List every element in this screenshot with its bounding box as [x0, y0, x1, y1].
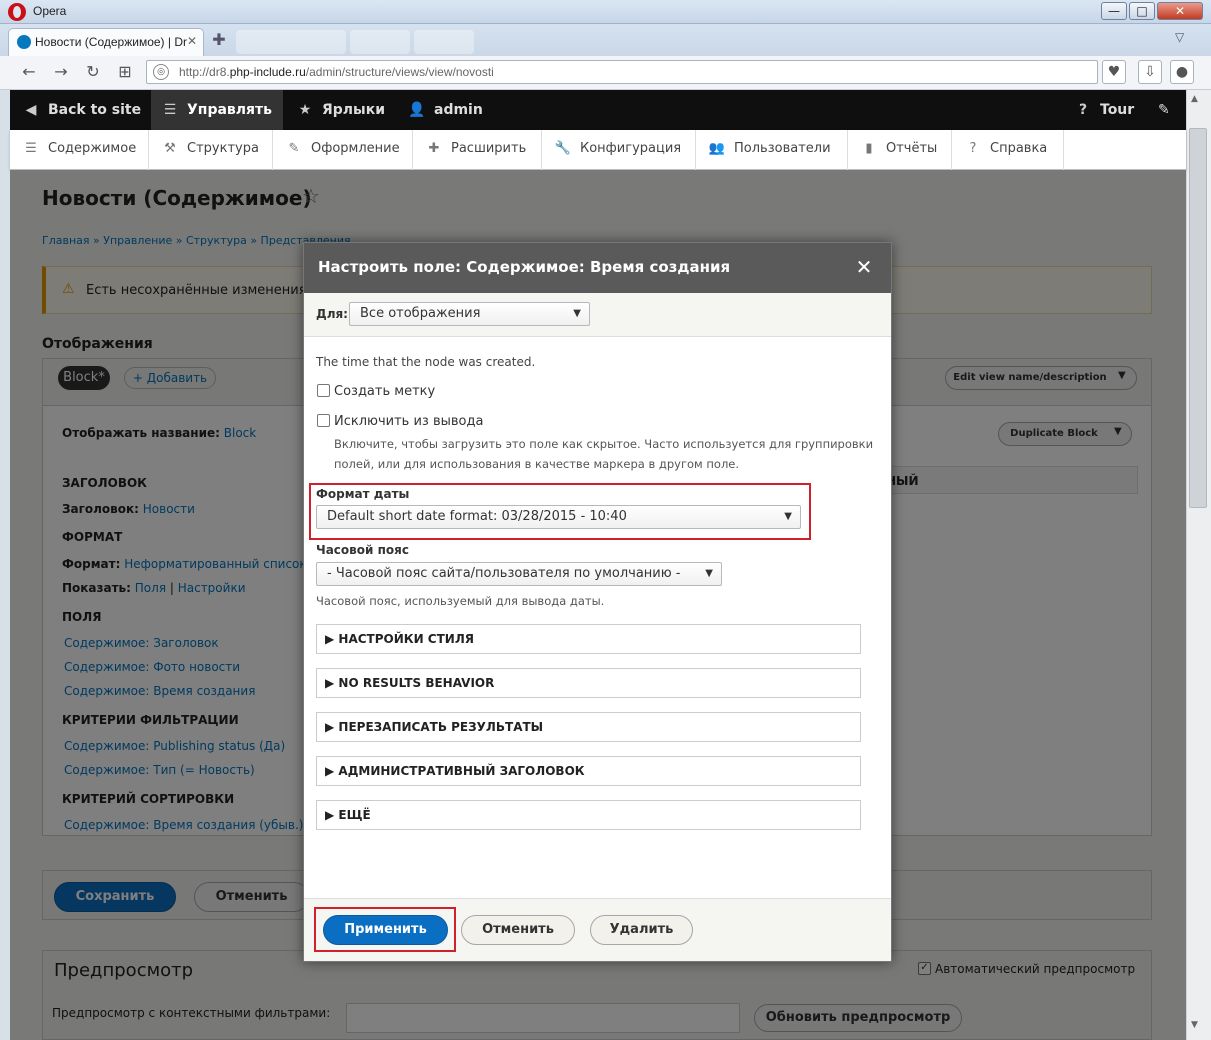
- close-icon[interactable]: ✕: [854, 255, 874, 279]
- reload-icon[interactable]: ↻: [82, 62, 104, 82]
- date-format-label: Формат даты: [316, 487, 410, 501]
- exclude-description-2: полей, или для использования в качестве …: [334, 457, 740, 471]
- chevron-down-icon: ▼: [784, 511, 792, 522]
- create-label-text: Создать метку: [334, 384, 436, 399]
- configure-field-dialog: Настроить поле: Содержимое: Время создан…: [303, 242, 892, 962]
- new-tab-icon[interactable]: ✚: [208, 30, 230, 52]
- heart-icon[interactable]: ♥: [1102, 60, 1126, 84]
- dialog-title: Настроить поле: Содержимое: Время создан…: [318, 258, 731, 276]
- details-summary: ▶ АДМИНИСТРАТИВНЫЙ ЗАГОЛОВОК: [325, 764, 585, 778]
- address-bar[interactable]: ◎ http://dr8.php-include.ru/admin/struct…: [146, 60, 1098, 84]
- appearance-icon: ✎: [288, 141, 300, 156]
- manage-tab[interactable]: ☰ Управлять: [151, 90, 283, 130]
- maximize-button[interactable]: □: [1129, 2, 1155, 20]
- background-tab[interactable]: [236, 30, 346, 54]
- admin-tray: ☰ Содержимое ⚒ Структура ✎ Оформление ✚ Расш…: [10, 130, 1186, 170]
- delete-button[interactable]: Удалить: [590, 915, 693, 945]
- help-icon: ?: [969, 141, 977, 156]
- configuration-icon: 🔧: [554, 141, 572, 156]
- tour-button[interactable]: ? Tour: [1074, 90, 1134, 130]
- details-summary: ▶ NO RESULTS BEHAVIOR: [325, 676, 495, 690]
- site-info-icon[interactable]: ◎: [153, 64, 169, 80]
- question-icon: ?: [1078, 102, 1088, 118]
- minimize-button[interactable]: —: [1101, 2, 1127, 20]
- app-title: Opera: [33, 4, 67, 18]
- speed-dial-icon[interactable]: ⊞: [114, 62, 136, 82]
- chevron-down-icon: ▼: [573, 308, 581, 319]
- account-icon[interactable]: ●: [1170, 60, 1194, 84]
- user-icon: 👤: [408, 102, 426, 118]
- menu-icon: ☰: [163, 102, 177, 118]
- create-label-checkbox[interactable]: [317, 384, 330, 397]
- chevron-down-icon: ▼: [705, 568, 713, 579]
- tab-title: Новости (Содержимое) | Dr: [35, 35, 187, 49]
- tray-item-extend[interactable]: ✚ Расширить: [413, 130, 542, 170]
- details-summary: ▶ ЕЩЁ: [325, 808, 371, 822]
- close-window-button[interactable]: ✕: [1157, 2, 1203, 20]
- timezone-select[interactable]: - Часовой пояс сайта/пользователя по умо…: [316, 562, 722, 586]
- details-no-results[interactable]: ▶ NO RESULTS BEHAVIOR: [316, 668, 861, 698]
- details-style-settings[interactable]: ▶ НАСТРОЙКИ СТИЛЯ: [316, 624, 861, 654]
- tray-item-help[interactable]: ? Справка: [952, 130, 1064, 170]
- url-text[interactable]: http://dr8.php-include.ru/admin/structur…: [179, 65, 494, 79]
- opera-logo-icon: [8, 3, 26, 21]
- back-circle-icon: ◀: [25, 102, 37, 118]
- tray-item-appearance[interactable]: ✎ Оформление: [273, 130, 413, 170]
- date-format-select[interactable]: Default short date format: 03/28/2015 - …: [316, 505, 801, 529]
- drupal-favicon-icon: [17, 35, 31, 49]
- timezone-description: Часовой пояс, используемый для вывода да…: [316, 594, 605, 608]
- dialog-header: Настроить поле: Содержимое: Время создан…: [304, 243, 891, 293]
- apply-button[interactable]: Применить: [323, 915, 448, 945]
- exclude-label: Исключить из вывода: [334, 414, 484, 429]
- details-summary: ▶ ПЕРЕЗАПИСАТЬ РЕЗУЛЬТАТЫ: [325, 720, 544, 734]
- user-tab[interactable]: 👤 admin: [408, 90, 483, 130]
- people-icon: 👥: [708, 141, 726, 156]
- structure-icon: ⚒: [164, 141, 176, 156]
- star-icon: ★: [298, 102, 312, 118]
- shortcuts-tab[interactable]: ★ Ярлыки: [296, 90, 385, 130]
- details-more[interactable]: ▶ ЕЩЁ: [316, 800, 861, 830]
- field-description: The time that the node was created.: [316, 355, 536, 369]
- details-summary: ▶ НАСТРОЙКИ СТИЛЯ: [325, 632, 475, 646]
- background-tab[interactable]: [350, 30, 410, 54]
- browser-tab-active[interactable]: Новости (Содержимое) | Dr ✕: [8, 28, 204, 56]
- background-tab[interactable]: [414, 30, 474, 54]
- tab-menu-icon[interactable]: ▽: [1175, 30, 1184, 44]
- dialog-footer: Применить Отменить Удалить: [304, 898, 891, 961]
- downloads-icon[interactable]: ⇩: [1138, 60, 1162, 84]
- scroll-up-icon[interactable]: ▲: [1191, 94, 1198, 104]
- scrollbar-thumb[interactable]: [1189, 128, 1207, 508]
- exclude-checkbox[interactable]: [317, 414, 330, 427]
- tab-close-icon[interactable]: ✕: [187, 34, 197, 48]
- edit-pencil-icon[interactable]: ✎: [1158, 90, 1170, 130]
- reports-icon: ▮: [865, 141, 873, 156]
- tray-item-structure[interactable]: ⚒ Структура: [149, 130, 273, 170]
- back-arrow-icon[interactable]: ←: [18, 62, 40, 82]
- forward-arrow-icon[interactable]: →: [50, 62, 72, 82]
- window-titlebar: [0, 0, 1211, 24]
- for-label: Для:: [316, 307, 348, 321]
- display-scope-bar: Для: Все отображения ▼: [304, 293, 891, 337]
- content-icon: ☰: [25, 141, 37, 156]
- details-admin-title[interactable]: ▶ АДМИНИСТРАТИВНЫЙ ЗАГОЛОВОК: [316, 756, 861, 786]
- tray-item-configuration[interactable]: 🔧 Конфигурация: [542, 130, 696, 170]
- exclude-description-1: Включите, чтобы загрузить это поле как с…: [334, 437, 874, 451]
- display-scope-select[interactable]: Все отображения ▼: [349, 302, 590, 326]
- tray-item-reports[interactable]: ▮ Отчёты: [848, 130, 952, 170]
- tray-item-content[interactable]: ☰ Содержимое: [10, 130, 149, 170]
- scroll-down-icon[interactable]: ▼: [1191, 1020, 1198, 1030]
- details-rewrite-results[interactable]: ▶ ПЕРЕЗАПИСАТЬ РЕЗУЛЬТАТЫ: [316, 712, 861, 742]
- admin-toolbar: ◀ Back to site ☰ Управлять ★ Ярлыки 👤 admin …: [10, 90, 1186, 130]
- cancel-dialog-button[interactable]: Отменить: [461, 915, 575, 945]
- tray-item-people[interactable]: 👥 Пользователи: [696, 130, 848, 170]
- extend-icon: ✚: [428, 141, 440, 156]
- timezone-label: Часовой пояс: [316, 543, 409, 557]
- back-to-site-link[interactable]: ◀ Back to site: [22, 90, 142, 130]
